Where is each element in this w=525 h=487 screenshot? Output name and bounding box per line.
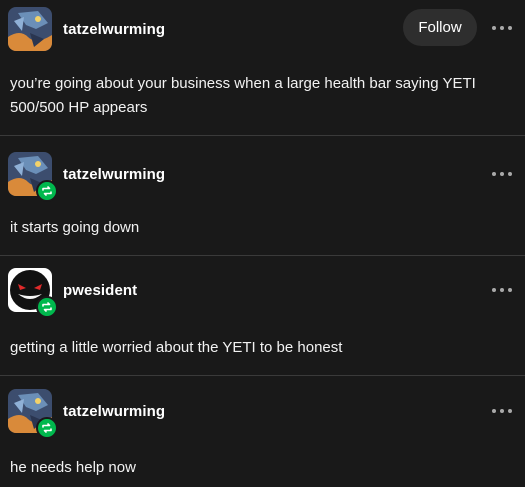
post-header: pwesident <box>8 268 137 318</box>
post-text: getting a little worried about the YETI … <box>10 339 343 356</box>
post-header: tatzelwurming <box>8 152 165 202</box>
more-options-icon[interactable] <box>492 169 512 179</box>
username[interactable]: tatzelwurming <box>63 403 165 420</box>
thread-post: tatzelwurming Follow you’re going about … <box>0 0 525 136</box>
more-options-icon[interactable] <box>492 285 512 295</box>
avatar[interactable] <box>8 7 52 51</box>
follow-button[interactable]: Follow <box>403 9 477 46</box>
post-text: it starts going down <box>10 219 140 236</box>
reblog-thread: tatzelwurming Follow you’re going about … <box>0 0 525 487</box>
thread-post: tatzelwurming it starts going down <box>0 136 525 256</box>
username[interactable]: pwesident <box>63 282 137 299</box>
reblog-icon <box>36 296 58 318</box>
more-options-icon[interactable] <box>492 23 512 33</box>
username[interactable]: tatzelwurming <box>63 21 165 38</box>
post-text: you’re going about your business when a … <box>10 75 476 116</box>
avatar[interactable] <box>8 268 58 318</box>
post-header: tatzelwurming <box>8 7 165 51</box>
thread-post: pwesident getting a little worried about… <box>0 256 525 376</box>
post-text: he needs help now <box>10 459 136 476</box>
reblog-icon <box>36 417 58 439</box>
reblog-icon <box>36 180 58 202</box>
dragon-avatar-icon <box>8 7 52 51</box>
more-options-icon[interactable] <box>492 406 512 416</box>
thread-post: tatzelwurming he needs help now <box>0 376 525 487</box>
avatar[interactable] <box>8 389 58 439</box>
avatar[interactable] <box>8 152 58 202</box>
username[interactable]: tatzelwurming <box>63 166 165 183</box>
post-header: tatzelwurming <box>8 389 165 439</box>
